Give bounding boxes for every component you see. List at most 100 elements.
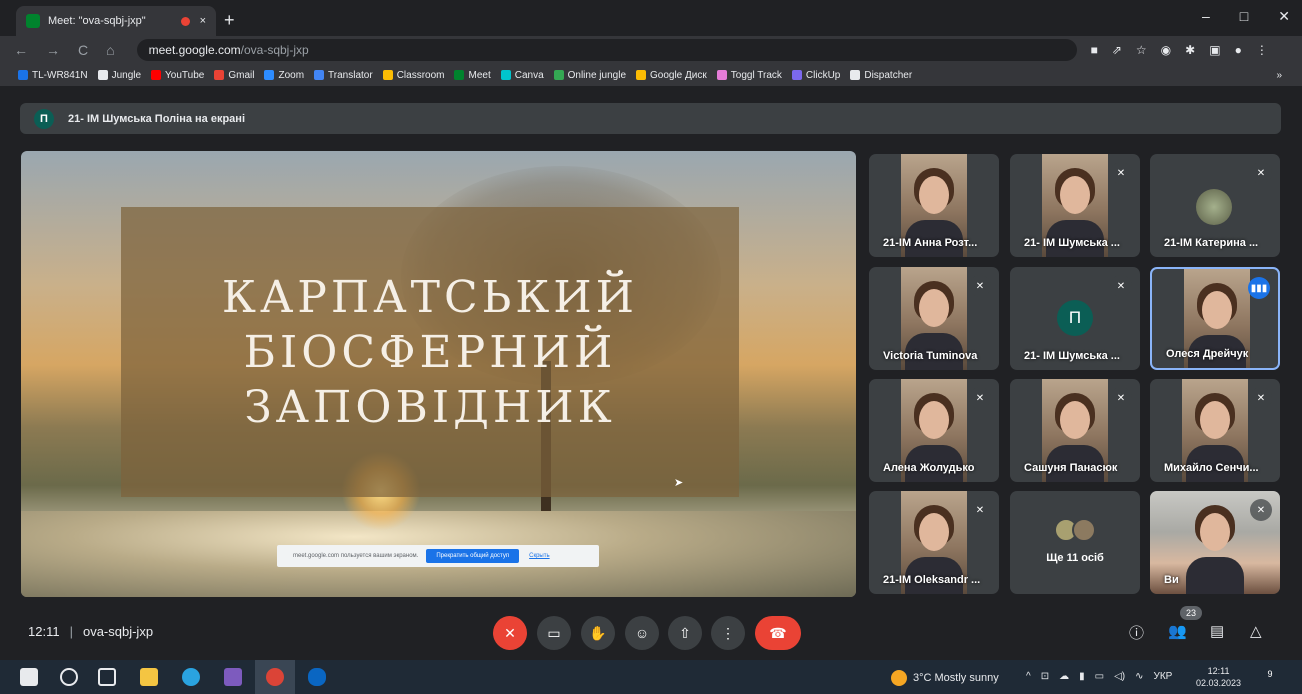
bookmark-item[interactable]: Canva xyxy=(500,70,544,81)
participant-tile[interactable]: П 21- IM Шумська ... ✕ xyxy=(1010,267,1140,370)
bookmark-item[interactable]: Zoom xyxy=(264,70,304,81)
weather-widget[interactable]: 3°C Mostly sunny xyxy=(891,670,999,686)
people-icon[interactable]: 👥 xyxy=(1168,622,1187,640)
extension-icon[interactable]: ◉ xyxy=(1161,43,1171,57)
mic-muted-icon: ✕ xyxy=(969,275,991,297)
more-participants-tile[interactable]: Ще 11 осіб xyxy=(1010,491,1140,594)
participant-tile[interactable]: Михайло Сенчи... ✕ xyxy=(1150,379,1280,482)
slide-title: КАРПАТСЬКИЙ БІОСФЕРНИЙ ЗАПОВІДНИК xyxy=(121,270,739,435)
recording-indicator-icon xyxy=(180,16,190,26)
participant-tile[interactable]: 21-IM Oleksandr ... ✕ xyxy=(869,491,999,594)
bookmark-star-icon[interactable]: ☆ xyxy=(1136,43,1147,57)
slide-title-box: КАРПАТСЬКИЙ БІОСФЕРНИЙ ЗАПОВІДНИК xyxy=(121,207,739,497)
participant-tile[interactable]: Алена Жолудько ✕ xyxy=(869,379,999,482)
tray-icon[interactable]: УКР xyxy=(1153,671,1172,682)
bookmark-item[interactable]: YouTube xyxy=(151,70,204,81)
tray-icon[interactable]: ◁) xyxy=(1114,671,1125,682)
share-notice-text: meet.google.com пользуется вашим экраном… xyxy=(293,553,419,559)
activities-icon[interactable]: △ xyxy=(1250,622,1262,640)
viber-icon[interactable] xyxy=(224,668,242,686)
bookmark-icon xyxy=(454,70,465,80)
participant-name: 21-IM Катерина ... xyxy=(1164,237,1259,249)
browser-menu-icon[interactable]: ⋮ xyxy=(1256,43,1268,57)
bookmark-item[interactable]: Online jungle xyxy=(553,69,626,81)
address-bar[interactable]: meet.google.com/ova-sqbj-jxp xyxy=(136,39,1077,61)
chrome-icon[interactable] xyxy=(266,668,284,686)
search-icon[interactable] xyxy=(60,668,78,686)
bookmark-item[interactable]: Google Диск xyxy=(636,70,707,81)
reload-button[interactable]: C xyxy=(78,42,88,58)
bookmark-label: Google Диск xyxy=(650,69,707,81)
participant-tile[interactable]: Сашуня Панасюк ✕ xyxy=(1010,379,1140,482)
bookmark-item[interactable]: Gmail xyxy=(214,70,254,81)
bookmark-item[interactable]: TL-WR841N xyxy=(18,70,88,81)
participant-tile[interactable]: Ви ✕ xyxy=(1150,491,1280,594)
windows-taskbar: 3°C Mostly sunny ^ ⊡ ☁ ▮ ▭ ◁) ∿ УКР 12:11 02.03… xyxy=(0,660,1302,694)
profile-avatar[interactable]: ● xyxy=(1235,43,1242,57)
bookmark-item[interactable]: Translator xyxy=(314,70,373,81)
bookmark-item[interactable]: ClickUp xyxy=(791,70,840,81)
tray-icon[interactable]: ☁ xyxy=(1059,671,1069,682)
onedrive-icon[interactable] xyxy=(308,668,326,686)
bookmark-item[interactable]: Toggl Track xyxy=(716,69,782,81)
url-path: /ova-sqbj-jxp xyxy=(240,43,309,57)
more-participants-label: Ще 11 осіб xyxy=(1046,552,1104,564)
participant-tile[interactable]: 21- IM Шумська ... ✕ xyxy=(1010,154,1140,257)
close-window-button[interactable]: ✕ xyxy=(1278,8,1290,25)
participant-face xyxy=(1060,176,1090,214)
back-button[interactable]: ← xyxy=(14,42,28,58)
bookmark-item[interactable]: Classroom xyxy=(382,70,444,81)
bookmark-item[interactable]: Meet xyxy=(454,70,491,81)
telegram-icon[interactable] xyxy=(182,668,200,686)
sidebar-icon[interactable]: ▣ xyxy=(1209,43,1220,57)
task-view-icon[interactable] xyxy=(98,668,116,686)
tray-icon[interactable]: ⊡ xyxy=(1041,671,1049,682)
bookmark-item[interactable]: Jungle xyxy=(97,70,141,81)
stop-sharing-button[interactable]: Прекратить общий доступ xyxy=(426,549,520,563)
participant-tile[interactable]: Олеся Дрейчук ▮▮▮ xyxy=(1150,267,1280,370)
windows-start-icon[interactable] xyxy=(20,668,38,686)
more-participants-avatars xyxy=(1054,518,1096,542)
notification-center-icon[interactable]: 9 xyxy=(1262,669,1278,685)
meeting-details-icon[interactable]: ⓘ xyxy=(1129,622,1144,643)
puzzle-icon[interactable]: ✱ xyxy=(1185,43,1195,57)
tray-icon[interactable]: ∿ xyxy=(1135,671,1143,682)
camera-permission-icon[interactable]: ■ xyxy=(1091,43,1098,57)
present-now-button[interactable]: ⇧ xyxy=(668,616,702,650)
maximize-button[interactable]: □ xyxy=(1240,8,1248,25)
camera-button[interactable]: ▭ xyxy=(537,616,571,650)
bookmark-item[interactable]: Dispatcher xyxy=(850,70,912,81)
chat-icon[interactable]: ▤ xyxy=(1210,622,1224,640)
bookmark-icon xyxy=(18,70,28,80)
tray-icon[interactable]: ▭ xyxy=(1095,671,1104,682)
bookmarks-overflow-button[interactable]: » xyxy=(1276,70,1282,81)
new-tab-button[interactable]: + xyxy=(224,10,235,31)
participant-tile[interactable]: 21-IM Анна Розт... xyxy=(869,154,999,257)
file-explorer-icon[interactable] xyxy=(140,668,158,686)
forward-button[interactable]: → xyxy=(46,42,60,58)
tray-icon[interactable]: ^ xyxy=(1026,671,1031,682)
browser-tab-meet[interactable]: Meet: "ova-sqbj-jxp" × xyxy=(16,6,216,36)
hide-notice-link[interactable]: Скрыть xyxy=(529,553,549,559)
bookmark-label: Toggl Track xyxy=(730,69,782,81)
leave-call-button[interactable]: ☎ xyxy=(755,616,801,650)
participant-tile[interactable]: Victoria Tuminova ✕ xyxy=(869,267,999,370)
participant-tile[interactable]: 21-IM Катерина ... ✕ xyxy=(1150,154,1280,257)
mic-muted-icon: ✕ xyxy=(969,499,991,521)
tab-close-icon[interactable]: × xyxy=(200,15,206,27)
bookmark-label: Online jungle xyxy=(567,69,626,81)
meet-control-bar: 12:11 | ova-sqbj-jxp ✕ ▭ ✋ ☺ ⇧ ⋮ ☎ ⓘ 23 … xyxy=(0,604,1302,660)
share-icon[interactable]: ⇗ xyxy=(1112,43,1122,57)
more-options-button[interactable]: ⋮ xyxy=(711,616,745,650)
participant-face xyxy=(919,513,949,551)
bookmark-icon xyxy=(151,70,162,80)
tray-icon[interactable]: ▮ xyxy=(1079,671,1085,682)
system-clock[interactable]: 12:11 02.03.2023 xyxy=(1196,665,1241,689)
mic-off-button[interactable]: ✕ xyxy=(493,616,527,650)
raise-hand-button[interactable]: ✋ xyxy=(581,616,615,650)
reactions-button[interactable]: ☺ xyxy=(625,616,659,650)
home-button[interactable]: ⌂ xyxy=(106,42,114,58)
minimize-button[interactable]: – xyxy=(1202,8,1210,25)
participant-name: Михайло Сенчи... xyxy=(1164,462,1259,474)
extension-icons: ■ ⇗ ☆ ◉ ✱ ▣ ● ⋮ xyxy=(1091,43,1268,57)
